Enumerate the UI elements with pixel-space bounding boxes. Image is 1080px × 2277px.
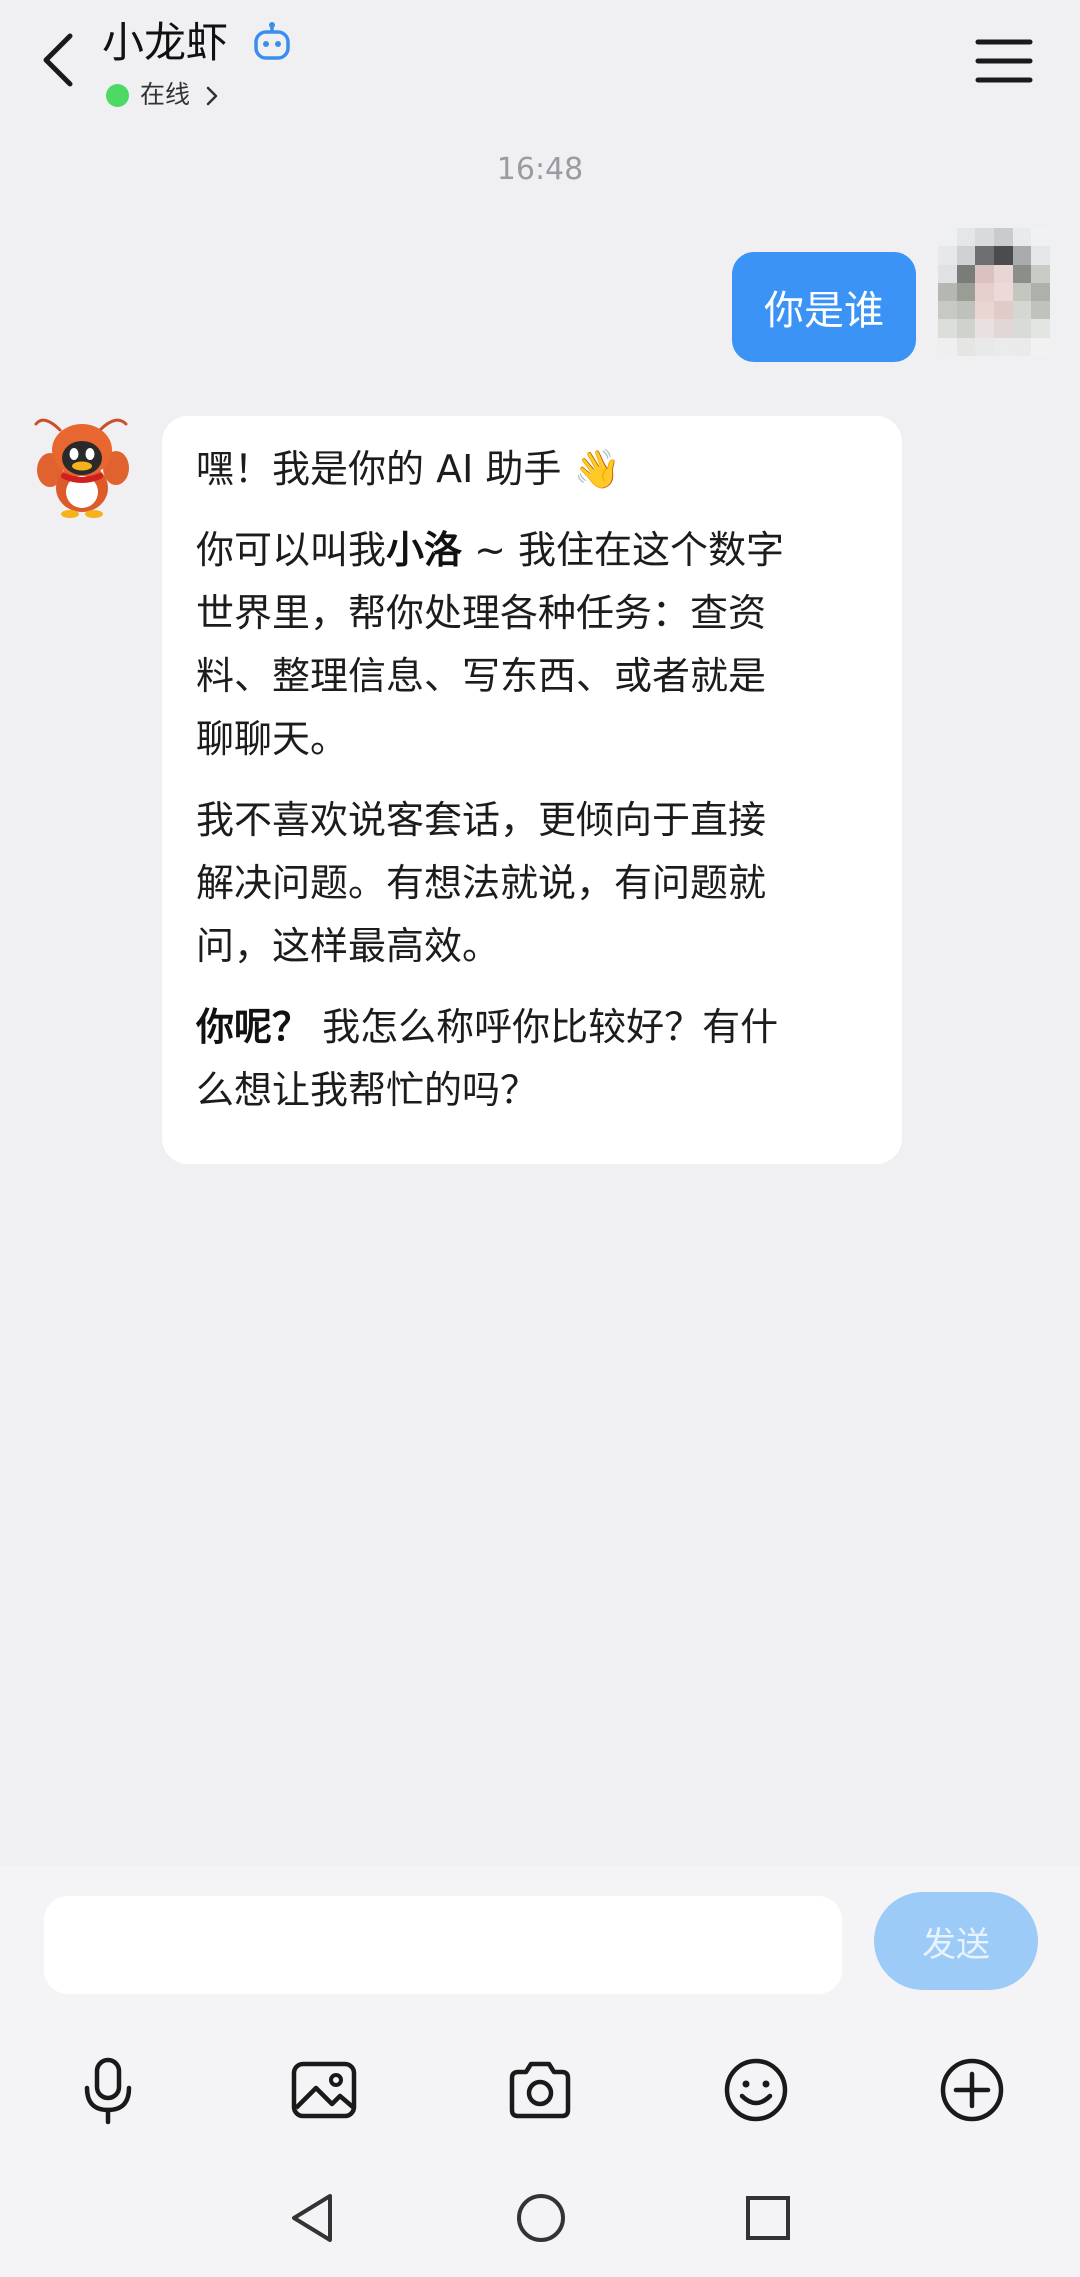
chevron-left-icon bbox=[43, 33, 73, 87]
bot-text: ~ 我住在这个数字 bbox=[474, 528, 785, 572]
emoji-icon[interactable] bbox=[720, 2054, 792, 2126]
plus-icon[interactable] bbox=[936, 2054, 1008, 2126]
bot-text: 么想让我帮忙的吗？ bbox=[196, 1068, 539, 1112]
chat-title: 小龙虾 bbox=[102, 18, 229, 67]
bot-name-bold: 小洛 bbox=[386, 528, 463, 572]
bot-text: 世界里，帮你处理各种任务：查资 bbox=[196, 591, 767, 635]
online-status-text[interactable]: 在线 bbox=[140, 76, 190, 114]
chevron-right-icon[interactable] bbox=[202, 84, 222, 108]
bot-text: 我不喜欢说客套话，更倾向于直接 bbox=[196, 798, 767, 842]
send-button[interactable]: 发送 bbox=[874, 1892, 1038, 1990]
bot-text: 问，这样最高效。 bbox=[196, 924, 501, 968]
robot-icon bbox=[254, 22, 290, 60]
nav-back-icon[interactable] bbox=[286, 2190, 338, 2246]
bot-message-paragraph: 我不喜欢说客套话，更倾向于直接 解决问题。有想法就说，有问题就 问，这样最高效。 bbox=[196, 789, 868, 978]
nav-recent-icon[interactable] bbox=[742, 2190, 794, 2246]
bot-avatar[interactable] bbox=[30, 410, 134, 520]
bot-text: 料、整理信息、写东西、或者就是 bbox=[196, 654, 767, 698]
image-icon[interactable] bbox=[288, 2054, 360, 2126]
bot-text: 解决问题。有想法就说，有问题就 bbox=[196, 861, 767, 905]
bot-text: 我怎么称呼你比较好？有什 bbox=[322, 1005, 779, 1049]
bot-text: 聊聊天。 bbox=[196, 717, 349, 761]
back-button[interactable] bbox=[28, 22, 88, 98]
message-input[interactable] bbox=[44, 1896, 842, 1994]
microphone-icon[interactable] bbox=[72, 2054, 144, 2126]
bot-message-paragraph: 你呢？ 我怎么称呼你比较好？有什 么想让我帮忙的吗？ bbox=[196, 996, 868, 1122]
bot-message-paragraph: 嘿！我是你的 AI 助手 👋 bbox=[196, 447, 621, 491]
online-status-dot bbox=[106, 84, 129, 107]
bot-message-paragraph: 你可以叫我小洛 ~ 我住在这个数字 世界里，帮你处理各种任务：查资 料、整理信息… bbox=[196, 519, 868, 771]
bot-question-bold: 你呢？ bbox=[196, 1005, 311, 1049]
bot-message-bubble[interactable]: 嘿！我是你的 AI 助手 👋 你可以叫我小洛 ~ 我住在这个数字 世界里，帮你处… bbox=[162, 416, 902, 1164]
user-message-bubble[interactable]: 你是谁 bbox=[732, 252, 916, 362]
nav-home-icon[interactable] bbox=[514, 2190, 568, 2246]
camera-icon[interactable] bbox=[504, 2054, 576, 2126]
message-timestamp: 16:48 bbox=[496, 152, 584, 187]
user-message-text: 你是谁 bbox=[764, 288, 884, 334]
bot-text: 你可以叫我 bbox=[196, 528, 387, 572]
user-avatar[interactable] bbox=[938, 228, 1050, 356]
menu-icon[interactable] bbox=[972, 32, 1036, 90]
